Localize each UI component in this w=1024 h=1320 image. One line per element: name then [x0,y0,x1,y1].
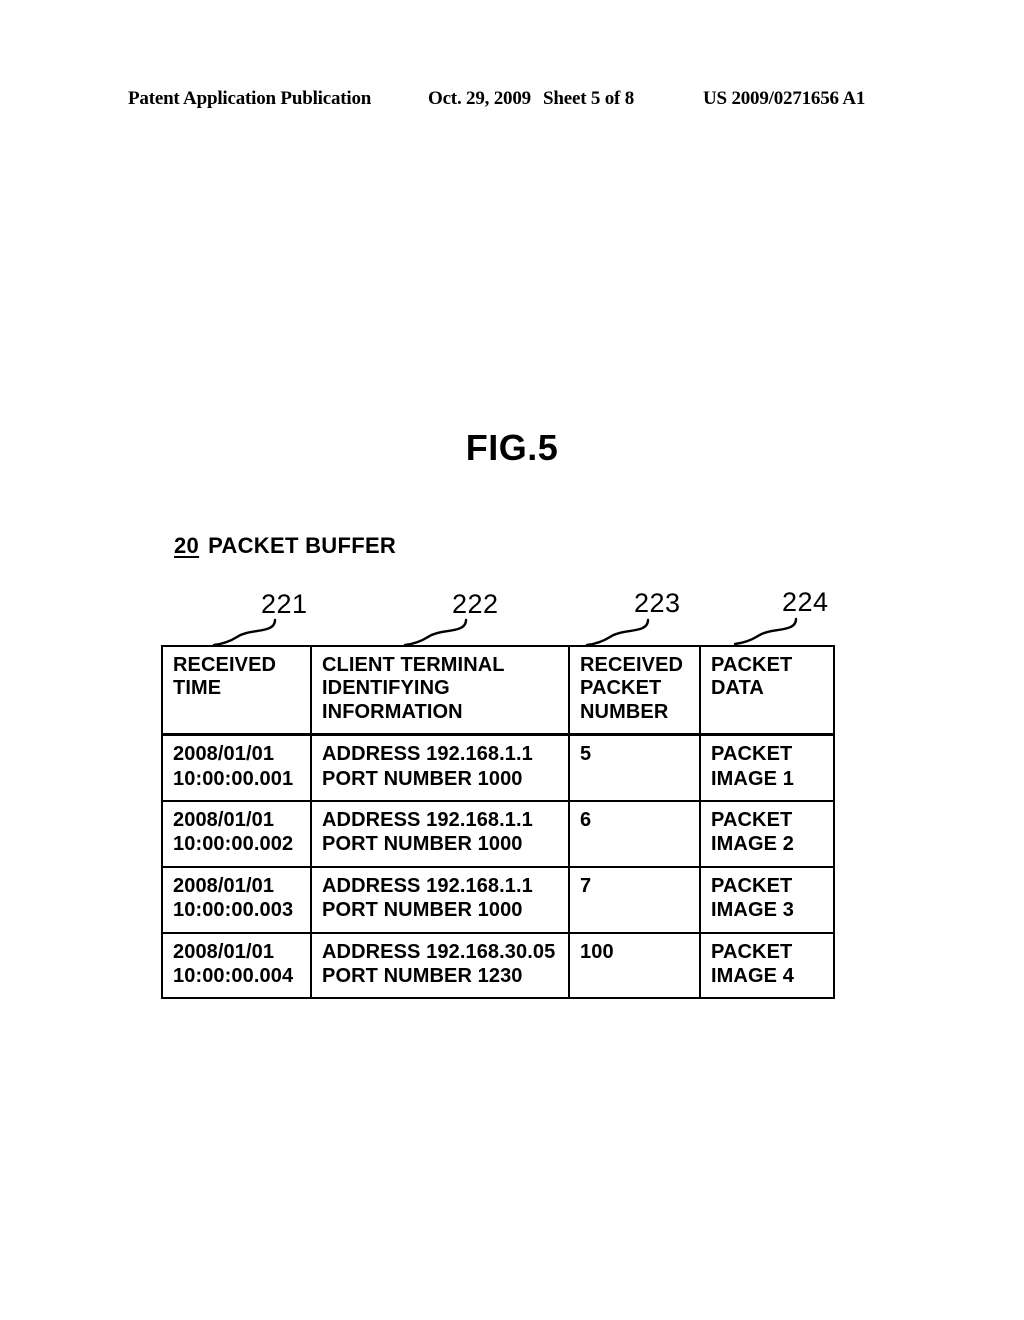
cell-packet-data: PACKET IMAGE 2 [699,799,835,868]
cell-received-time: 2008/01/01 10:00:00.003 [161,865,312,934]
table-row: 2008/01/01 10:00:00.001 ADDRESS 192.168.… [161,733,835,802]
reference-numeral-224: 224 [782,587,829,617]
cell-packet-data: PACKET IMAGE 1 [699,733,835,802]
figure-title: FIG.5 [465,427,559,468]
reference-numeral-222: 222 [452,589,499,619]
cell-client-terminal: ADDRESS 192.168.1.1 PORT NUMBER 1000 [310,799,570,868]
column-header-received-time: RECEIVED TIME [161,645,312,737]
table-row: 2008/01/01 10:00:00.004 ADDRESS 192.168.… [161,931,835,1000]
reference-numeral-223: 223 [634,588,681,618]
cell-packet-data: PACKET IMAGE 3 [699,865,835,934]
cell-received-packet-number: 100 [568,931,701,1000]
leader-line-222 [403,618,468,647]
sheet-number: Sheet 5 of 8 [543,88,635,109]
publication-date: Oct. 29, 2009 [428,88,531,109]
reference-numeral-221: 221 [261,589,308,619]
caption-text: PACKET BUFFER [208,533,397,558]
table-row: 2008/01/01 10:00:00.002 ADDRESS 192.168.… [161,799,835,868]
patent-page-header: Patent Application Publication Oct. 29, … [0,88,1024,114]
cell-received-packet-number: 7 [568,865,701,934]
cell-client-terminal: ADDRESS 192.168.1.1 PORT NUMBER 1000 [310,865,570,934]
caption-reference-numeral: 20 [174,533,200,558]
leader-line-224 [733,617,798,646]
leader-line-221 [212,618,277,647]
packet-buffer-table: RECEIVED TIME CLIENT TERMINAL IDENTIFYIN… [161,645,835,1000]
reference-leader-lines [212,617,798,647]
packet-buffer-caption: 20 PACKET BUFFER [174,533,396,559]
cell-received-packet-number: 6 [568,799,701,868]
cell-received-time: 2008/01/01 10:00:00.001 [161,733,312,802]
publication-label: Patent Application Publication [128,88,372,109]
leader-line-223 [585,618,650,647]
column-header-received-packet-number: RECEIVED PACKET NUMBER [568,645,701,737]
publication-number: US 2009/0271656 A1 [703,88,866,109]
cell-received-packet-number: 5 [568,733,701,802]
table-row: 2008/01/01 10:00:00.003 ADDRESS 192.168.… [161,865,835,934]
column-header-packet-data: PACKET DATA [699,645,835,737]
table-header-row: RECEIVED TIME CLIENT TERMINAL IDENTIFYIN… [161,645,835,737]
column-header-client-terminal-identifying-information: CLIENT TERMINAL IDENTIFYING INFORMATION [310,645,570,737]
cell-received-time: 2008/01/01 10:00:00.002 [161,799,312,868]
cell-client-terminal: ADDRESS 192.168.1.1 PORT NUMBER 1000 [310,733,570,802]
cell-received-time: 2008/01/01 10:00:00.004 [161,931,312,1000]
cell-client-terminal: ADDRESS 192.168.30.05 PORT NUMBER 1230 [310,931,570,1000]
cell-packet-data: PACKET IMAGE 4 [699,931,835,1000]
